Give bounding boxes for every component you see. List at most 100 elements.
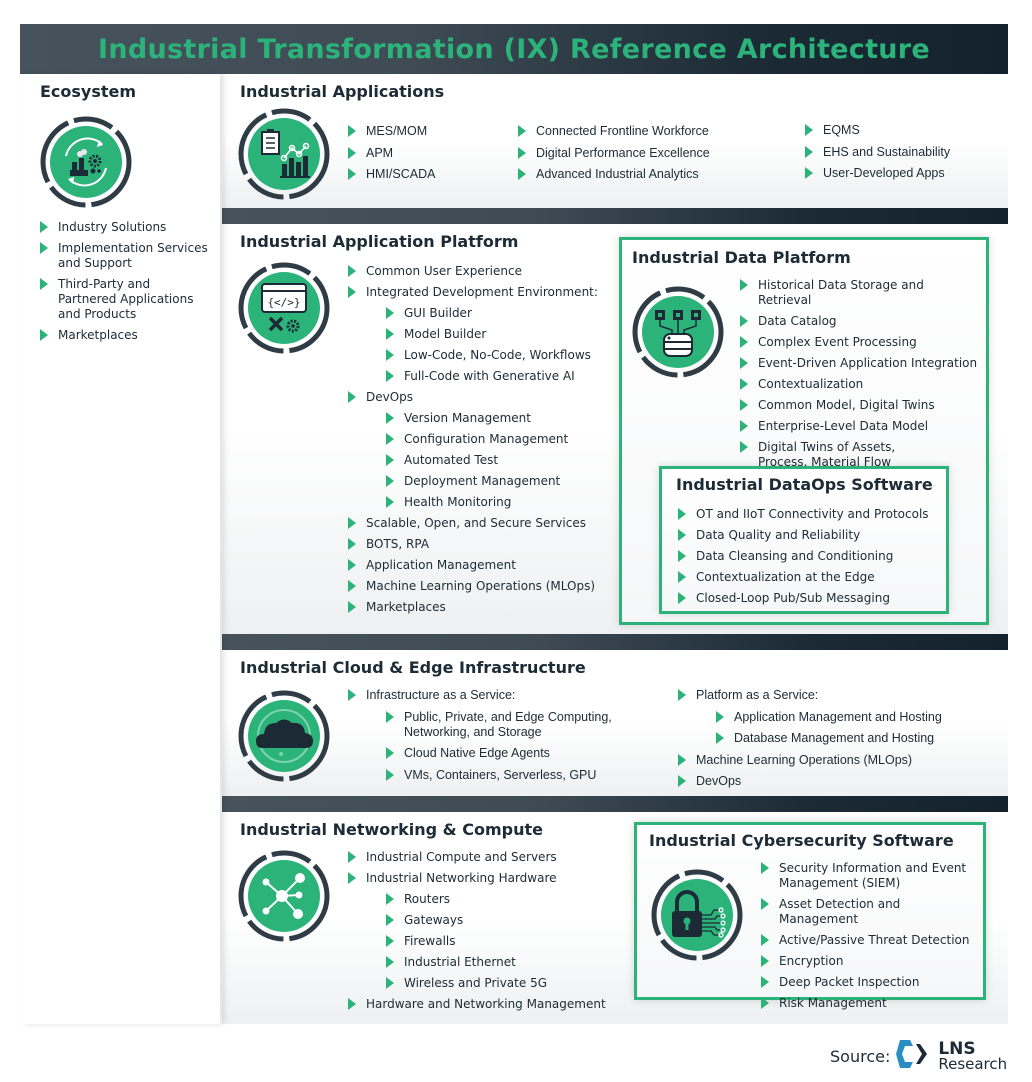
list-item: Active/Passive Threat Detection — [761, 933, 981, 948]
networking-panel: Industrial Networking & Compute Industri… — [222, 812, 1008, 1024]
list-item: Full-Code with Generative AI — [386, 369, 598, 384]
list-item: BOTS, RPA — [348, 537, 598, 552]
ecosystem-heading: Ecosystem — [40, 82, 137, 101]
cloud-edge-heading: Industrial Cloud & Edge Infrastructure — [240, 658, 586, 677]
list-item: Closed-Loop Pub/Sub Messaging — [678, 591, 929, 606]
list-item: Advanced Industrial Analytics — [518, 167, 710, 182]
dataops-box: Industrial DataOps Software OT and IIoT … — [659, 466, 949, 614]
list-item: Wireless and Private 5G — [386, 976, 606, 991]
list-item: Common Model, Digital Twins — [740, 398, 980, 413]
list-item: Implementation Services and Support — [40, 241, 210, 271]
data-platform-heading: Industrial Data Platform — [632, 248, 851, 267]
list-item: Industrial Compute and Servers — [348, 850, 606, 865]
list-item: Automated Test — [386, 453, 598, 468]
cybersecurity-box: Industrial Cybersecurity Software Securi… — [634, 822, 986, 1010]
list-item: Common User Experience — [348, 264, 598, 279]
list-item: Gateways — [386, 913, 606, 928]
ecosystem-list: Industry Solutions Implementation Servic… — [40, 220, 210, 343]
title-bar: Industrial Transformation (IX) Reference… — [20, 24, 1008, 74]
applications-col1: MES/MOM APM HMI/SCADA — [348, 124, 435, 182]
list-item: Database Management and Hosting — [716, 731, 942, 746]
list-item: OT and IIoT Connectivity and Protocols — [678, 507, 929, 522]
clipboard-chart-icon — [238, 108, 330, 200]
list-item: MES/MOM — [348, 124, 435, 139]
list-item: Industrial Ethernet — [386, 955, 606, 970]
list-item: Complex Event Processing — [740, 335, 980, 350]
list-item: Contextualization at the Edge — [678, 570, 929, 585]
list-item: Machine Learning Operations (MLOps) — [348, 579, 598, 594]
list-item: Application Management — [348, 558, 598, 573]
applications-col2: Connected Frontline Workforce Digital Pe… — [518, 124, 710, 182]
list-item: Deep Packet Inspection — [761, 975, 981, 990]
page-title: Industrial Transformation (IX) Reference… — [97, 33, 931, 65]
list-item: User-Developed Apps — [805, 166, 950, 181]
list-item: Infrastructure as a Service: — [348, 688, 631, 703]
networking-list: Industrial Compute and Servers Industria… — [348, 850, 606, 1012]
list-item: Health Monitoring — [386, 495, 598, 510]
list-item: Scalable, Open, and Secure Services — [348, 516, 598, 531]
code-window-tools-icon: {</>} — [238, 262, 330, 354]
list-item: EHS and Sustainability — [805, 145, 950, 160]
dataops-heading: Industrial DataOps Software — [676, 475, 933, 494]
svg-text:{</>}: {</>} — [267, 296, 300, 309]
data-platform-box: Industrial Data Platform Historical Data… — [619, 237, 989, 625]
list-item: APM — [348, 146, 435, 161]
networking-heading: Industrial Networking & Compute — [240, 820, 543, 839]
list-item: Asset Detection and Management — [761, 897, 981, 927]
list-item: GUI Builder — [386, 306, 598, 321]
list-item: Platform as a Service: — [678, 688, 942, 703]
list-item: Connected Frontline Workforce — [518, 124, 710, 139]
list-item: Marketplaces — [40, 328, 210, 343]
list-item: VMs, Containers, Serverless, GPU — [386, 768, 631, 783]
network-nodes-icon — [238, 850, 330, 942]
list-item: Data Quality and Reliability — [678, 528, 929, 543]
list-item: Event-Driven Application Integration — [740, 356, 980, 371]
brand-bottom: Research — [938, 1054, 1008, 1073]
list-item: Encryption — [761, 954, 981, 969]
cloud-icon — [238, 690, 330, 782]
factory-gears-cycle-icon — [40, 116, 132, 208]
padlock-circuit-icon — [651, 869, 743, 961]
source-credit: Source: LNS Research — [830, 1038, 1007, 1075]
ecosystem-panel: Ecosystem Industry Solutions Implementat… — [20, 74, 220, 1024]
list-item: Digital Performance Excellence — [518, 146, 710, 161]
list-item: HMI/SCADA — [348, 167, 435, 182]
source-label: Source: — [830, 1047, 891, 1066]
list-item: Deployment Management — [386, 474, 598, 489]
applications-panel: Industrial Applications MES/MOM APM HMI/… — [222, 74, 1008, 208]
divider-band — [222, 796, 1008, 812]
dataops-list: OT and IIoT Connectivity and Protocols D… — [678, 507, 929, 606]
cybersecurity-heading: Industrial Cybersecurity Software — [649, 831, 954, 850]
divider-band — [222, 208, 1008, 224]
list-item: Enterprise-Level Data Model — [740, 419, 980, 434]
list-item: Third-Party and Partnered Applications a… — [40, 277, 210, 322]
app-platform-list: Common User Experience Integrated Develo… — [348, 264, 598, 615]
app-platform-heading: Industrial Application Platform — [240, 232, 519, 251]
cloud-edge-left-list: Infrastructure as a Service: Public, Pri… — [348, 688, 631, 783]
list-item: DevOps — [348, 390, 598, 405]
list-item: Public, Private, and Edge Computing, Net… — [386, 710, 631, 740]
data-platform-list: Historical Data Storage and Retrieval Da… — [740, 278, 980, 470]
list-item: Version Management — [386, 411, 598, 426]
lns-brand: LNS Research — [938, 1040, 1008, 1073]
cloud-edge-right-list: Platform as a Service: Application Manag… — [678, 688, 942, 789]
list-item: DevOps — [678, 774, 942, 789]
list-item: Risk Management — [761, 996, 981, 1011]
list-item: EQMS — [805, 123, 950, 138]
list-item: Hardware and Networking Management — [348, 997, 606, 1012]
cloud-edge-panel: Industrial Cloud & Edge Infrastructure I… — [222, 650, 1008, 796]
list-item: Model Builder — [386, 327, 598, 342]
app-platform-panel: Industrial Application Platform {</>} Co… — [222, 224, 1008, 634]
list-item: Firewalls — [386, 934, 606, 949]
list-item: Low-Code, No-Code, Workflows — [386, 348, 598, 363]
list-item: Security Information and Event Managemen… — [761, 861, 981, 891]
applications-heading: Industrial Applications — [240, 82, 445, 101]
list-item: Machine Learning Operations (MLOps) — [678, 753, 942, 768]
list-item: Historical Data Storage and Retrieval — [740, 278, 980, 308]
applications-col3: EQMS EHS and Sustainability User-Develop… — [805, 123, 950, 181]
lns-logo-icon — [896, 1038, 930, 1075]
list-item: Configuration Management — [386, 432, 598, 447]
list-item: Contextualization — [740, 377, 980, 392]
list-item: Integrated Development Environment: — [348, 285, 598, 300]
cybersecurity-list: Security Information and Event Managemen… — [761, 861, 981, 1011]
